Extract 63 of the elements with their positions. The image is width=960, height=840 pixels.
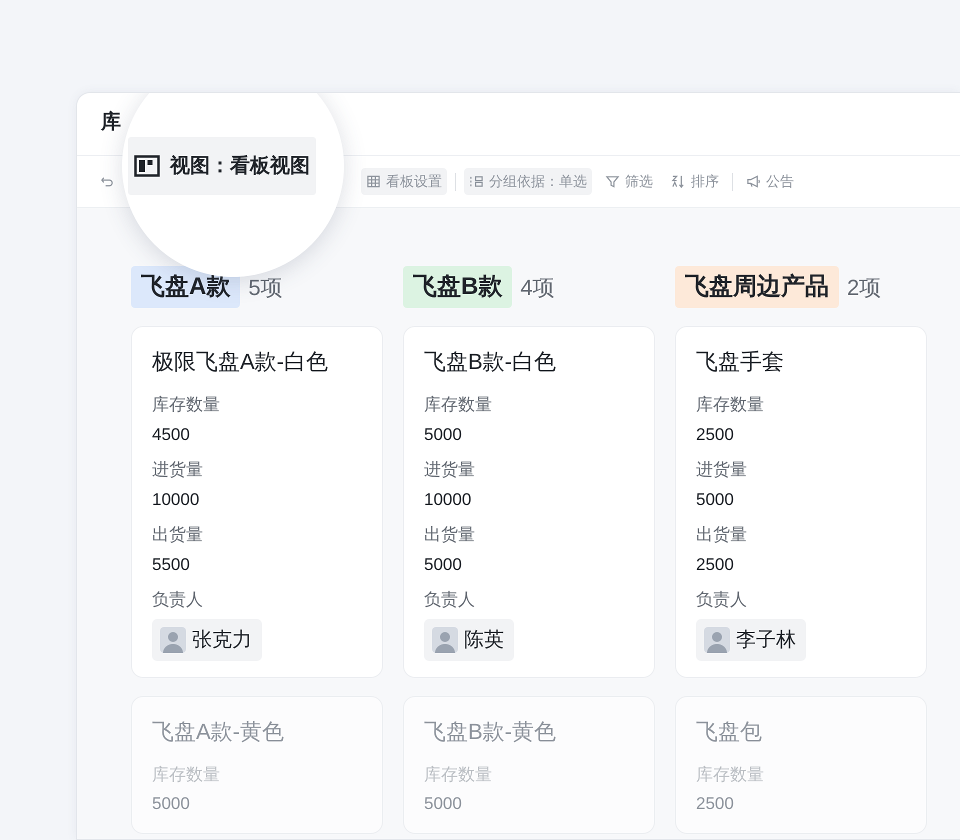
item-count: 4项 <box>520 274 555 302</box>
item-count: 5项 <box>248 274 283 302</box>
group-tag: 飞盘A款 <box>131 266 240 308</box>
field-label: 负责人 <box>696 589 748 611</box>
board-settings-button[interactable]: 看板设置 <box>361 168 447 195</box>
card-title: 飞盘包 <box>696 718 763 746</box>
card-title: 飞盘手套 <box>696 348 785 376</box>
notice-button[interactable]: 公告 <box>741 168 799 195</box>
field-value: 4500 <box>152 424 191 446</box>
record-card[interactable]: 飞盘包 库存数量 2500 <box>675 696 927 834</box>
view-button[interactable]: 视图：看板视图 <box>128 137 316 195</box>
field-value: 5500 <box>152 554 191 576</box>
avatar-icon <box>432 626 458 652</box>
sort-button[interactable]: 排序 <box>666 168 724 195</box>
card-title: 极限飞盘A款-白色 <box>152 348 329 376</box>
field-label: 出货量 <box>696 524 748 546</box>
sort-icon <box>671 174 686 189</box>
record-card[interactable]: 飞盘B款-白色 库存数量 5000 进货量 10000 出货量 5000 负责人 陈英 <box>403 326 655 678</box>
item-count: 2项 <box>847 274 882 302</box>
owner-chip: 陈英 <box>424 618 514 660</box>
field-value: 10000 <box>424 488 472 510</box>
field-label: 进货量 <box>424 459 476 481</box>
card-title: 飞盘B款-白色 <box>424 348 557 376</box>
owner-chip: 张克力 <box>152 618 262 660</box>
owner-chip: 李子林 <box>696 618 806 660</box>
field-value: 2500 <box>696 793 735 815</box>
field-value: 5000 <box>696 488 735 510</box>
field-label: 库存数量 <box>424 764 493 786</box>
card-title: 飞盘A款-黄色 <box>152 718 285 746</box>
field-value: 2500 <box>696 554 735 576</box>
field-value: 5000 <box>152 793 191 815</box>
filter-button[interactable]: 筛选 <box>600 168 658 195</box>
field-value: 5000 <box>424 424 463 446</box>
board-view-icon <box>134 155 160 177</box>
field-label: 负责人 <box>424 589 476 611</box>
grid-icon <box>366 174 381 189</box>
record-card[interactable]: 飞盘A款-黄色 库存数量 5000 <box>131 696 383 834</box>
record-card[interactable]: 极限飞盘A款-白色 库存数量 4500 进货量 10000 出货量 5500 负责人 张克力 <box>131 326 383 678</box>
field-label: 库存数量 <box>696 394 765 416</box>
field-label: 进货量 <box>696 459 748 481</box>
record-card[interactable]: 飞盘B款-黄色 库存数量 5000 <box>403 696 655 834</box>
field-label: 库存数量 <box>152 394 221 416</box>
avatar-icon <box>160 626 186 652</box>
record-card[interactable]: 飞盘手套 库存数量 2500 进货量 5000 出货量 2500 负责人 李子林 <box>675 326 927 678</box>
field-value: 5000 <box>424 554 463 576</box>
group-by-button[interactable]: 分组依据：单选 <box>464 168 592 195</box>
field-label: 出货量 <box>152 524 204 546</box>
field-label: 进货量 <box>152 459 204 481</box>
field-label: 库存数量 <box>424 394 493 416</box>
group-icon <box>469 174 484 189</box>
avatar-icon <box>704 626 730 652</box>
card-title: 飞盘B款-黄色 <box>424 718 557 746</box>
field-label: 库存数量 <box>696 764 765 786</box>
field-value: 5000 <box>424 793 463 815</box>
field-value: 10000 <box>152 488 200 510</box>
group-tag: 飞盘周边产品 <box>675 266 839 308</box>
field-value: 2500 <box>696 424 735 446</box>
field-label: 出货量 <box>424 524 476 546</box>
field-label: 负责人 <box>152 589 204 611</box>
group-tag: 飞盘B款 <box>403 266 512 308</box>
megaphone-icon <box>746 174 761 189</box>
field-label: 库存数量 <box>152 764 221 786</box>
filter-icon <box>605 174 620 189</box>
